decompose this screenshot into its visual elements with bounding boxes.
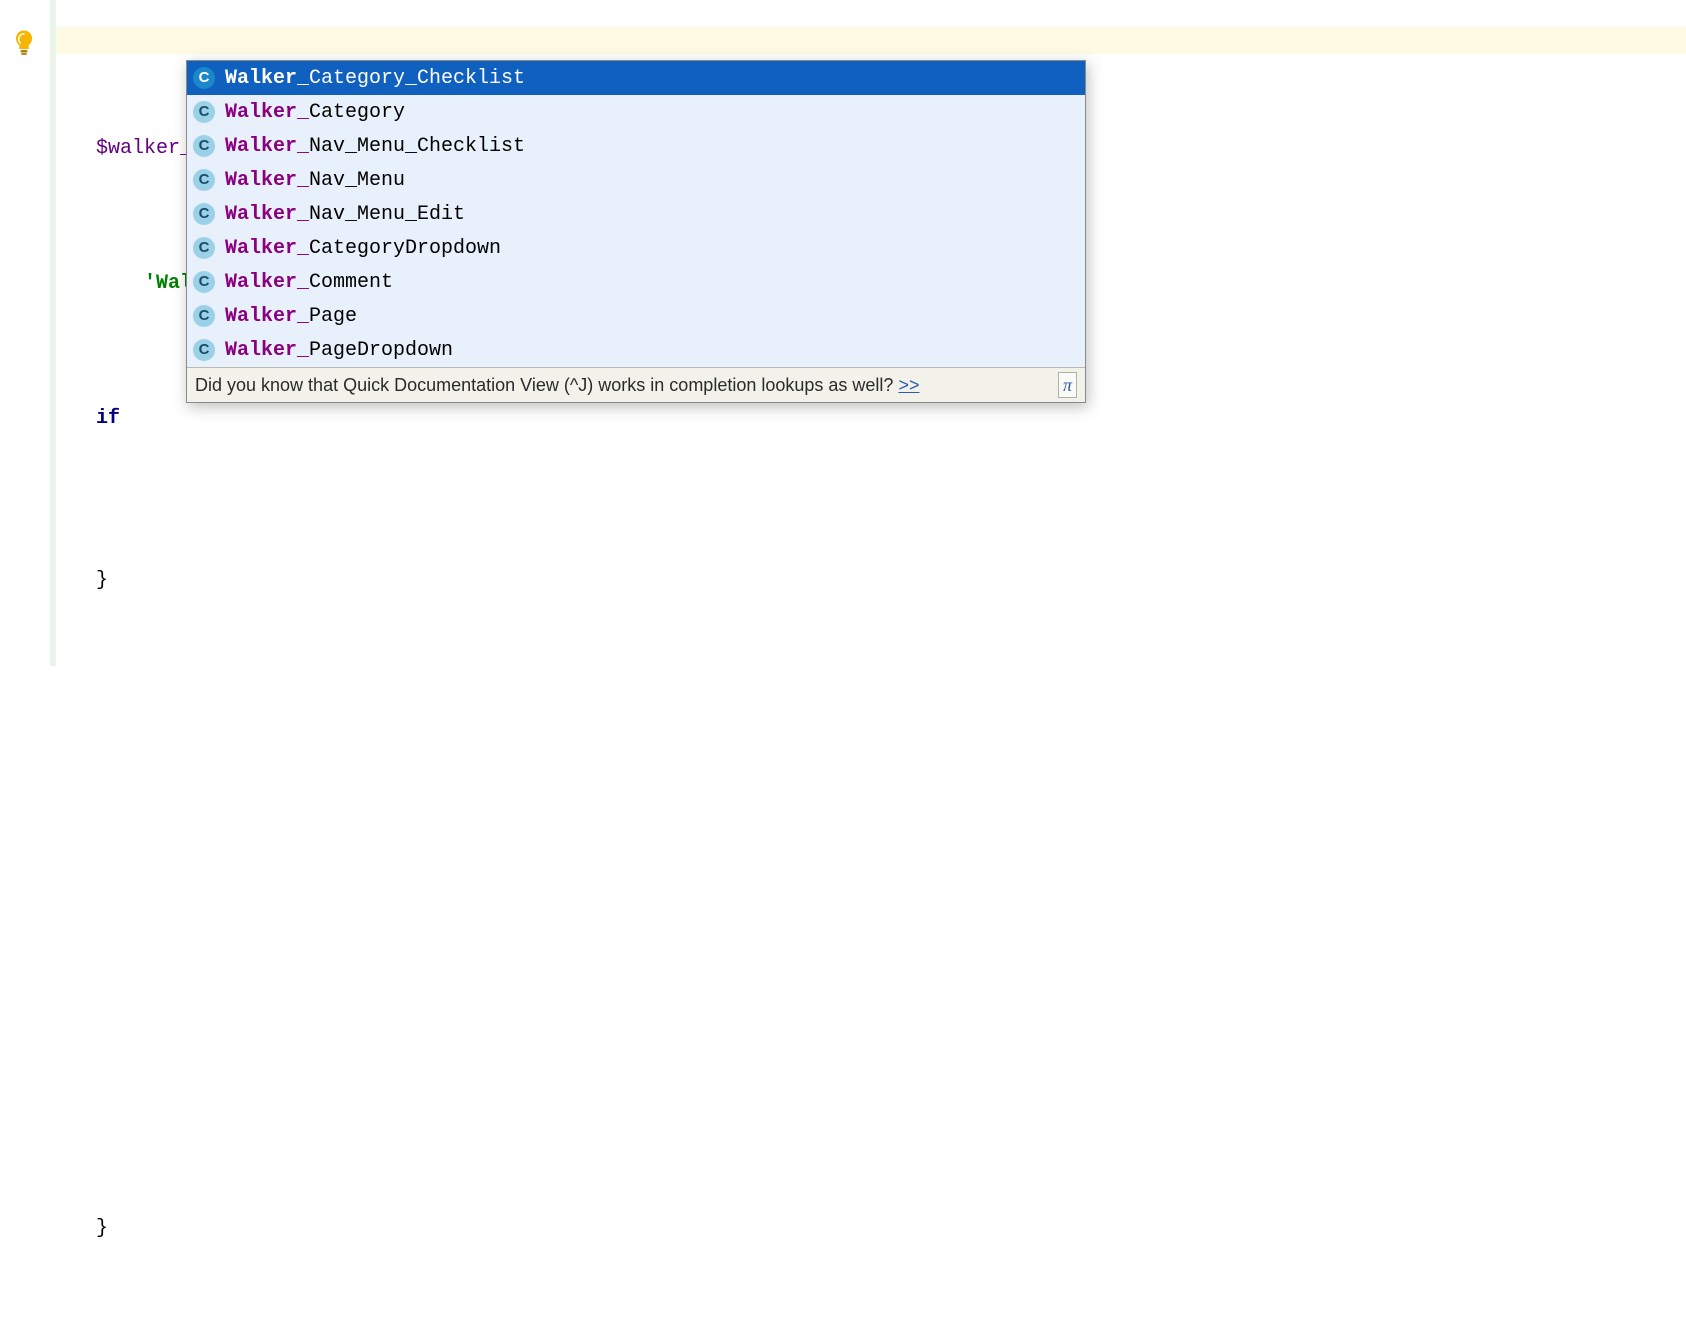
autocomplete-match: Walker_	[225, 237, 309, 260]
autocomplete-rest: Nav_Menu_Checklist	[309, 135, 525, 158]
autocomplete-item[interactable]: C Walker_PageDropdown	[187, 333, 1085, 367]
autocomplete-item[interactable]: C Walker_Nav_Menu_Edit	[187, 197, 1085, 231]
class-icon: C	[193, 101, 215, 123]
code-line	[56, 810, 1686, 837]
code-line	[56, 1134, 1686, 1161]
autocomplete-rest: Comment	[309, 271, 393, 294]
autocomplete-rest: Nav_Menu	[309, 169, 405, 192]
current-line-highlight-inner	[56, 27, 1686, 54]
code-line[interactable]: }	[56, 1215, 1686, 1242]
autocomplete-rest: Category	[309, 101, 405, 124]
autocomplete-match: Walker_	[225, 339, 309, 362]
autocomplete-match: Walker_	[225, 67, 309, 90]
class-icon: C	[193, 203, 215, 225]
code-line	[56, 648, 1686, 675]
autocomplete-item[interactable]: C Walker_Nav_Menu	[187, 163, 1085, 197]
autocomplete-rest: Nav_Menu_Edit	[309, 203, 465, 226]
autocomplete-item[interactable]: C Walker_Comment	[187, 265, 1085, 299]
autocomplete-match: Walker_	[225, 271, 309, 294]
popup-hint-bar: Did you know that Quick Documentation Vi…	[187, 367, 1085, 402]
autocomplete-item[interactable]: C Walker_Nav_Menu_Checklist	[187, 129, 1085, 163]
code-line	[56, 486, 1686, 513]
autocomplete-match: Walker_	[225, 203, 309, 226]
autocomplete-match: Walker_	[225, 305, 309, 328]
code-line[interactable]: }	[56, 567, 1686, 594]
code-line	[56, 729, 1686, 756]
intention-bulb-icon[interactable]	[10, 28, 38, 56]
autocomplete-match: Walker_	[225, 169, 309, 192]
class-icon: C	[193, 271, 215, 293]
autocomplete-match: Walker_	[225, 101, 309, 124]
class-icon: C	[193, 237, 215, 259]
keyword: if	[96, 407, 120, 430]
autocomplete-popup[interactable]: CWalker_Category_ChecklistCWalker_Catego…	[186, 60, 1086, 403]
class-icon: C	[193, 135, 215, 157]
pi-icon[interactable]: π	[1058, 372, 1077, 398]
autocomplete-rest: CategoryDropdown	[309, 237, 501, 260]
popup-hint-link[interactable]: >>	[898, 375, 919, 395]
code-line	[56, 1053, 1686, 1080]
autocomplete-rest: PageDropdown	[309, 339, 453, 362]
code-line	[56, 891, 1686, 918]
autocomplete-item[interactable]: C Walker_CategoryDropdown	[187, 231, 1085, 265]
class-icon: C	[193, 67, 215, 89]
autocomplete-rest: Page	[309, 305, 357, 328]
class-icon: C	[193, 305, 215, 327]
code-line	[56, 972, 1686, 999]
autocomplete-item[interactable]: C Walker_Page	[187, 299, 1085, 333]
autocomplete-rest: Category_Checklist	[309, 67, 525, 90]
autocomplete-match: Walker_	[225, 135, 309, 158]
autocomplete-item[interactable]: C Walker_Category	[187, 95, 1085, 129]
class-icon: C	[193, 339, 215, 361]
gutter	[0, 0, 50, 666]
autocomplete-item[interactable]: C Walker_Category_Checklist	[187, 61, 1085, 95]
popup-hint-text: Did you know that Quick Documentation Vi…	[195, 375, 898, 395]
class-icon: C	[193, 169, 215, 191]
code-line[interactable]: if	[56, 405, 1686, 432]
